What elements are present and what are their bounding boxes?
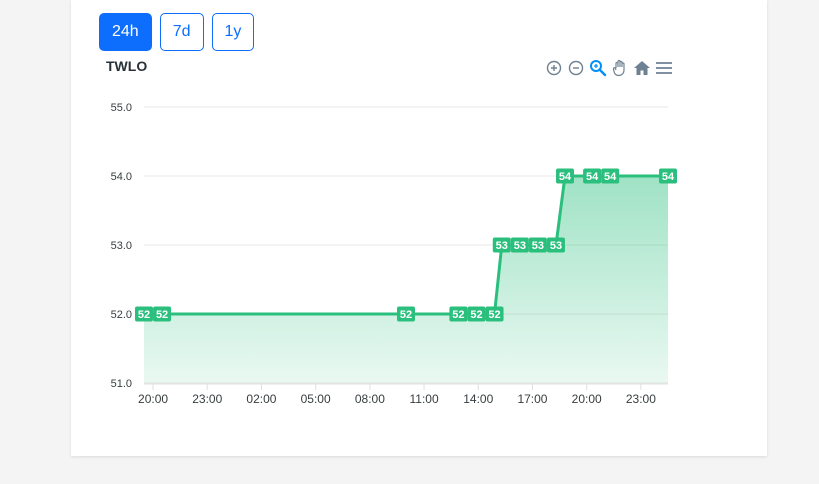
y-tick-label: 51.0: [111, 378, 132, 390]
zoom-in-icon[interactable]: [544, 58, 564, 78]
data-label-text: 52: [488, 309, 500, 321]
zoom-select-icon[interactable]: [588, 58, 608, 78]
data-label-text: 54: [559, 171, 572, 183]
data-label: 52: [397, 306, 415, 322]
chart-card: 24h 7d 1y TWLO 52 52 52 52 52 52 53 53 5…: [71, 0, 767, 456]
menu-icon[interactable]: [654, 58, 674, 78]
home-reset-icon[interactable]: [632, 58, 652, 78]
data-label-text: 54: [662, 171, 675, 183]
data-label: 53: [510, 237, 529, 253]
data-label-text: 54: [586, 171, 599, 183]
x-tick-label: 17:00: [517, 392, 547, 406]
data-label: 52: [449, 306, 468, 322]
zoom-out-icon[interactable]: [566, 58, 586, 78]
time-range-selector: 24h 7d 1y: [99, 13, 255, 51]
x-tick-label: 23:00: [192, 392, 222, 406]
data-label-text: 54: [604, 171, 617, 183]
data-label: 54: [601, 168, 620, 184]
x-tick-label: 20:00: [572, 392, 602, 406]
data-label-text: 52: [470, 309, 482, 321]
range-1y-button[interactable]: 1y: [211, 13, 255, 51]
x-tick-label: 02:00: [246, 392, 276, 406]
data-label: 54: [583, 168, 602, 184]
data-label-text: 52: [452, 309, 464, 321]
data-label-text: 53: [532, 240, 544, 252]
data-label-text: 53: [550, 240, 562, 252]
x-tick-label: 05:00: [301, 392, 331, 406]
chart-toolbar: [544, 58, 674, 78]
data-label: 53: [546, 237, 565, 253]
range-7d-button[interactable]: 7d: [159, 13, 204, 51]
data-label: 52: [153, 306, 172, 322]
x-tick-label: 23:00: [626, 392, 656, 406]
data-label-text: 52: [138, 309, 150, 321]
data-label-text: 53: [496, 240, 508, 252]
range-24h-button[interactable]: 24h: [99, 13, 152, 51]
x-tick-label: 20:00: [138, 392, 168, 406]
data-label: 54: [556, 168, 575, 184]
data-label-text: 53: [514, 240, 526, 252]
data-label: 53: [528, 237, 547, 253]
x-tick-label: 14:00: [463, 392, 493, 406]
x-tick-label: 11:00: [409, 392, 438, 406]
y-tick-label: 52.0: [111, 309, 132, 321]
y-tick-label: 54.0: [111, 171, 132, 183]
data-label-text: 52: [400, 309, 412, 321]
y-tick-label: 55.0: [111, 102, 132, 114]
data-label: 52: [467, 306, 486, 322]
x-tick-label: 08:00: [355, 392, 385, 406]
series-area: [144, 176, 668, 383]
chart-title: TWLO: [106, 58, 148, 74]
data-label: 52: [135, 306, 153, 322]
data-label: 52: [485, 306, 504, 322]
data-label: 54: [659, 168, 677, 184]
price-area-chart: 52 52 52 52 52 52 53 53 53 53 54 54 54 54 55.0 54.0 53.…: [111, 102, 677, 406]
data-label-text: 52: [156, 309, 168, 321]
y-tick-label: 53.0: [111, 240, 132, 252]
pan-hand-icon[interactable]: [610, 58, 630, 78]
data-label: 53: [492, 237, 511, 253]
